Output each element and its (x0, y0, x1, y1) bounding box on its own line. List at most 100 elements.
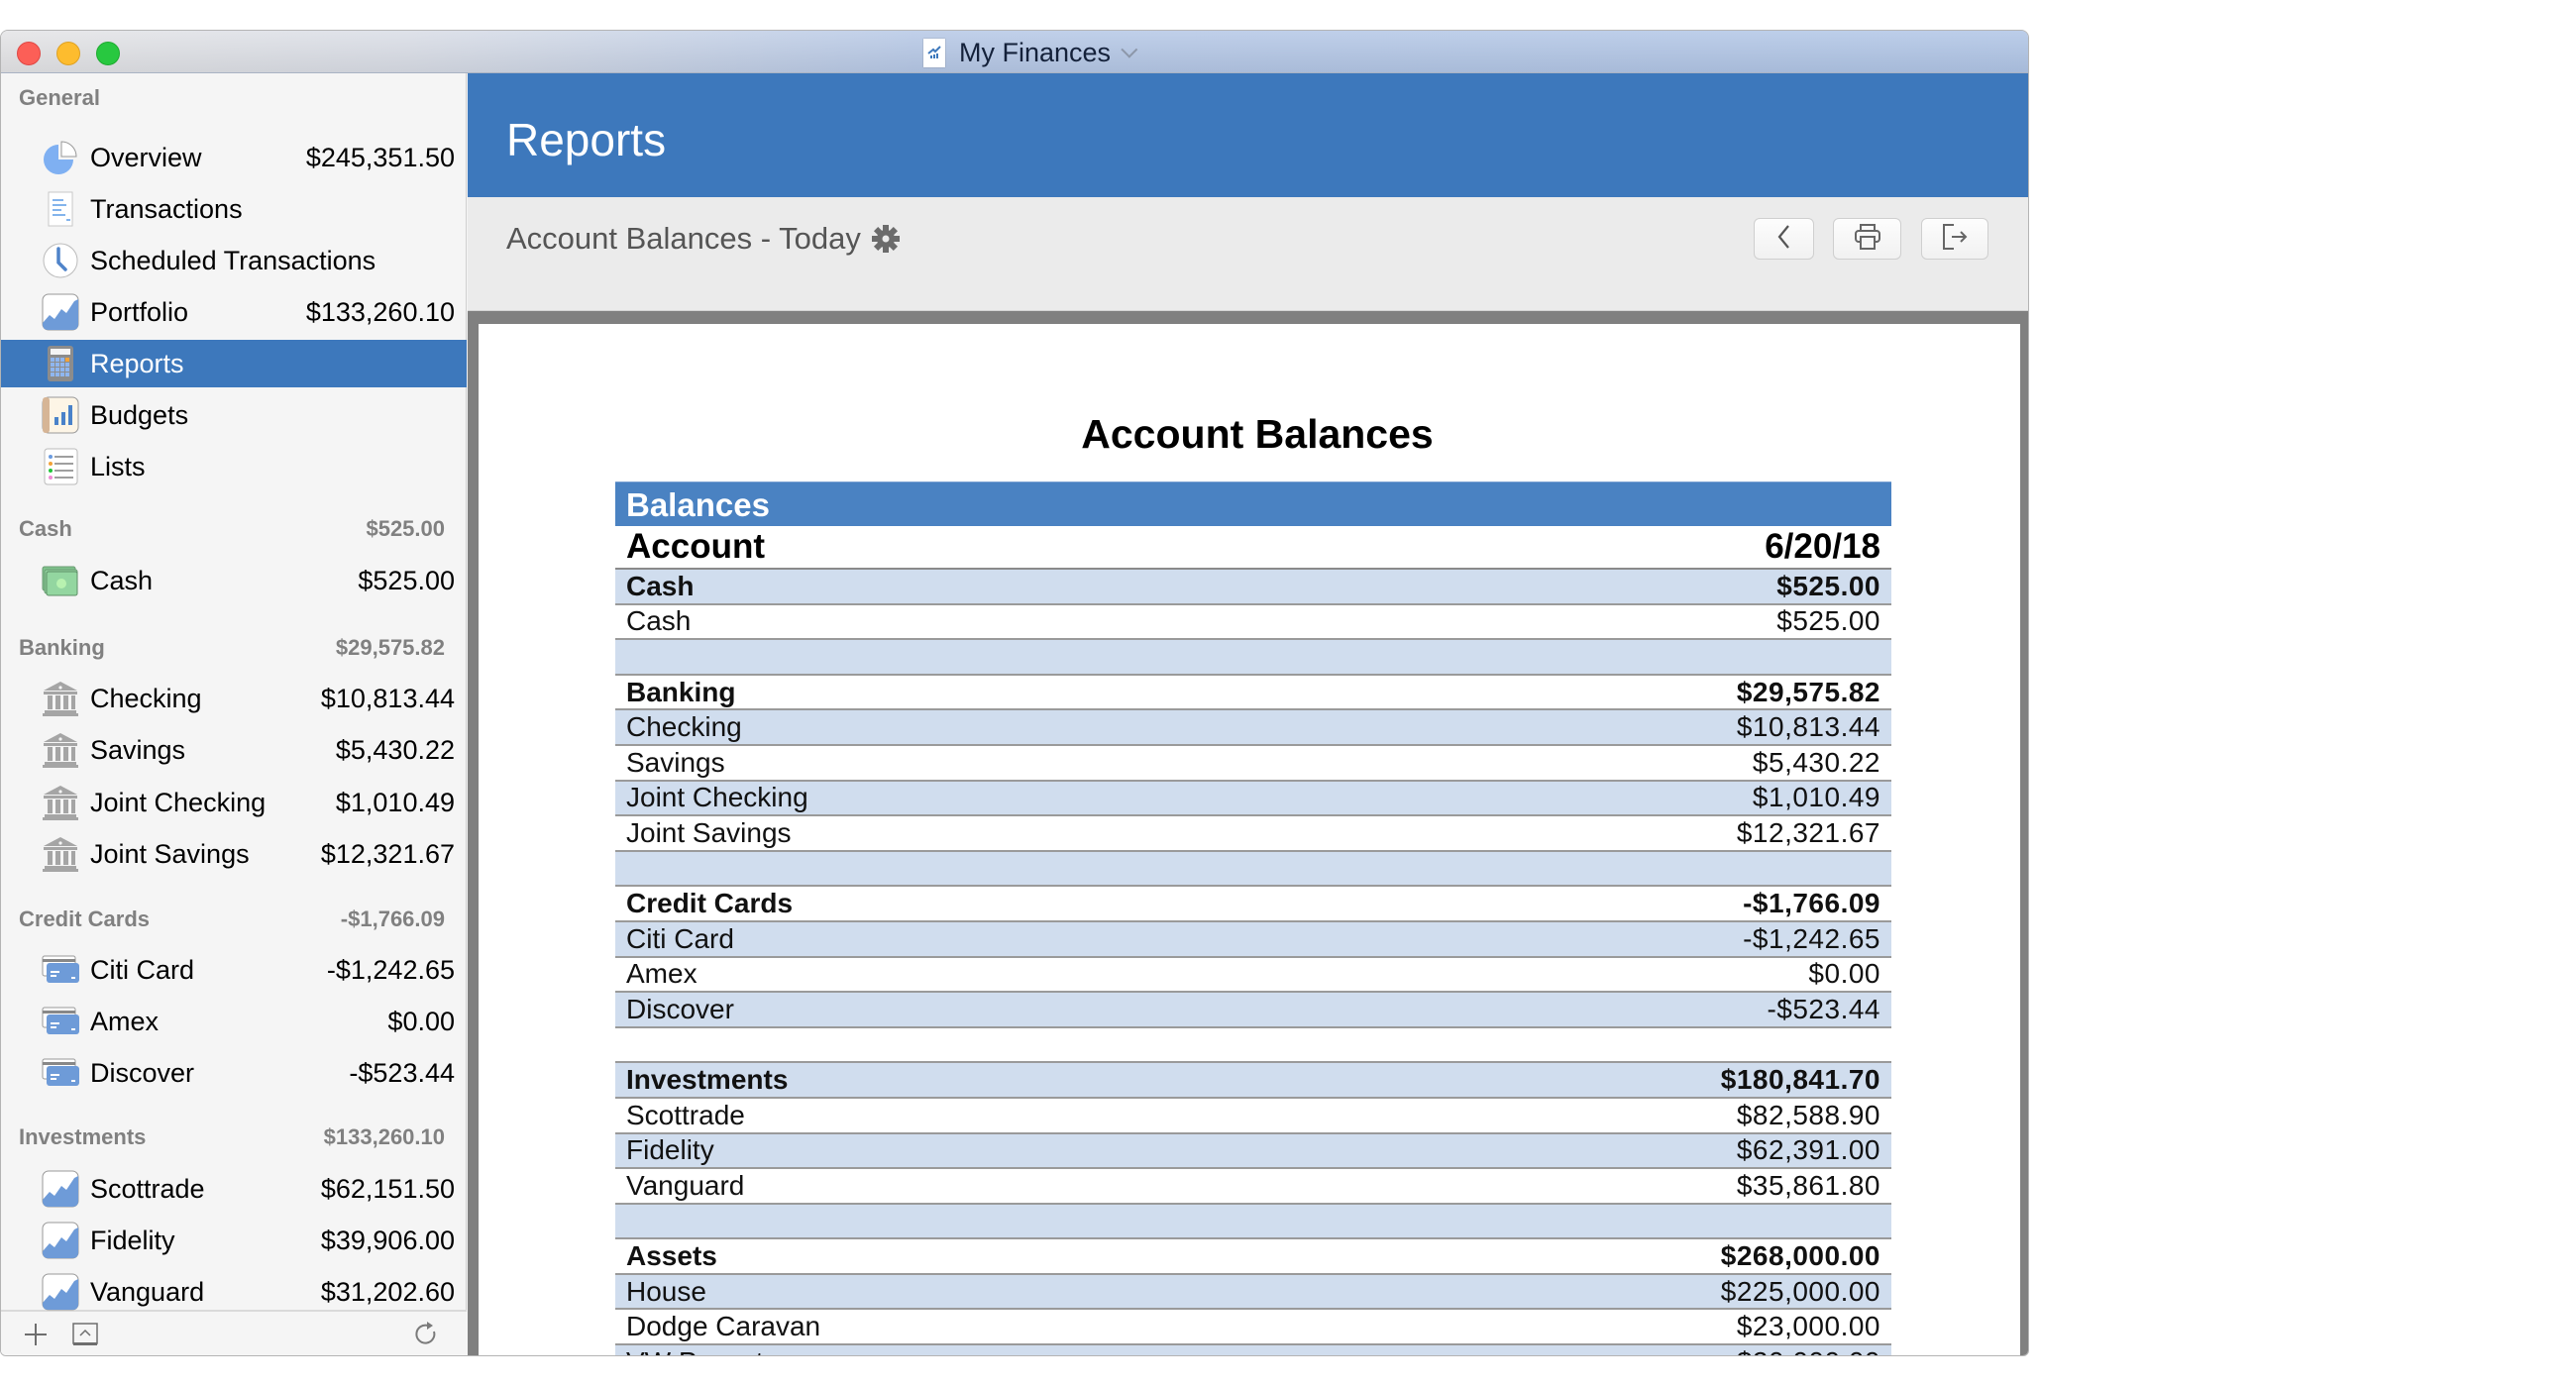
sidebar-section-header[interactable]: Cash $525.00 (19, 514, 445, 544)
section-title: Investments (19, 1124, 147, 1149)
sidebar-item-value: $245,351.50 (305, 142, 455, 172)
account-name: Joint Checking (626, 782, 808, 813)
sidebar-item-checking[interactable]: Checking $10,813.44 (1, 675, 467, 722)
account-name: Assets (626, 1240, 717, 1272)
sidebar-item-transactions[interactable]: Transactions (1, 185, 467, 233)
table-spacer-row (615, 640, 1891, 676)
table-row: Joint Checking $1,010.49 (615, 781, 1891, 817)
chevron-left-icon (1775, 223, 1793, 256)
account-name: Vanguard (626, 1169, 745, 1201)
sidebar-section-header[interactable]: Credit Cards -$1,766.09 (19, 905, 445, 934)
cash-icon (42, 562, 79, 599)
window-title-menu[interactable]: My Finances (923, 37, 1138, 67)
sidebar-item-label: Joint Savings (90, 838, 250, 869)
table-row: Joint Savings $12,321.67 (615, 816, 1891, 852)
sidebar-item-vanguard[interactable]: Vanguard $31,202.60 (1, 1268, 467, 1316)
back-button[interactable] (1754, 218, 1814, 260)
sidebar-item-fidelity[interactable]: Fidelity $39,906.00 (1, 1217, 467, 1264)
window-title: My Finances (959, 37, 1112, 67)
account-balance: $20,000.00 (1737, 1346, 1880, 1355)
zoom-window-button[interactable] (96, 42, 120, 65)
sidebar-item-joint-savings[interactable]: Joint Savings $12,321.67 (1, 830, 467, 878)
account-name: Amex (626, 958, 698, 990)
sidebar-item-discover[interactable]: Discover -$523.44 (1, 1049, 467, 1097)
clock-icon (42, 242, 79, 279)
table-group-row: Investments $180,841.70 (615, 1063, 1891, 1099)
plus-icon[interactable] (21, 1320, 51, 1349)
print-button[interactable] (1833, 218, 1901, 260)
sidebar-item-value: $39,906.00 (320, 1225, 455, 1255)
table-group-row: Cash $525.00 (615, 570, 1891, 605)
account-balance: -$523.44 (1767, 993, 1880, 1024)
account-balance: $12,321.67 (1736, 816, 1880, 848)
sidebar-item-cash[interactable]: Cash $525.00 (1, 557, 467, 604)
sidebar-item-joint-checking[interactable]: Joint Checking $1,010.49 (1, 779, 467, 826)
sidebar-item-value: -$523.44 (349, 1057, 455, 1088)
section-title: Cash (19, 516, 72, 541)
gear-icon[interactable] (871, 224, 901, 254)
sidebar-item-citi-card[interactable]: Citi Card -$1,242.65 (1, 946, 467, 994)
credit-card-icon (42, 1003, 79, 1040)
table-row: House $225,000.00 (615, 1274, 1891, 1311)
report-viewer[interactable]: Account Balances Balances Account 6/20/1… (468, 311, 2028, 1355)
sidebar-item-label: Cash (90, 565, 154, 595)
sidebar-item-scheduled-transactions[interactable]: Scheduled Transactions (1, 237, 467, 284)
account-name: Checking (626, 711, 742, 743)
main-panel: Reports Account Balances - Today Account… (468, 73, 2028, 1355)
sidebar: General Overview $245,351.50 Transactions Sc… (1, 73, 467, 1355)
table-column-header: Account 6/20/18 (615, 526, 1891, 570)
column-date: 6/20/18 (1765, 527, 1880, 566)
account-name: Discover (626, 993, 734, 1024)
export-button[interactable] (1921, 218, 1988, 260)
sidebar-item-label: Scheduled Transactions (90, 245, 376, 275)
bank-icon (42, 835, 79, 873)
section-total: -$1,766.09 (340, 907, 445, 931)
account-balance: $525.00 (1776, 570, 1880, 601)
split-view-divider[interactable] (468, 311, 479, 1355)
sidebar-item-label: Checking (90, 683, 202, 713)
collapse-panel-icon[interactable] (70, 1320, 100, 1349)
sidebar-item-portfolio[interactable]: Portfolio $133,260.10 (1, 288, 467, 336)
sidebar-item-reports[interactable]: Reports (1, 340, 467, 387)
table-row: VW Passat $20,000.00 (615, 1345, 1891, 1355)
credit-card-icon (42, 951, 79, 989)
sidebar-item-lists[interactable]: Lists (1, 443, 467, 490)
account-balance: $1,010.49 (1752, 782, 1880, 813)
sidebar-item-label: Portfolio (90, 296, 189, 327)
sidebar-item-value: -$1,242.65 (326, 954, 455, 985)
sidebar-item-savings[interactable]: Savings $5,430.22 (1, 726, 467, 774)
minimize-window-button[interactable] (56, 42, 80, 65)
close-window-button[interactable] (17, 42, 41, 65)
sidebar-item-scottrade[interactable]: Scottrade $62,151.50 (1, 1165, 467, 1213)
account-balance: $0.00 (1808, 958, 1880, 990)
sidebar-item-value: $525.00 (358, 565, 455, 595)
table-group-row: Credit Cards -$1,766.09 (615, 887, 1891, 922)
calculator-icon (42, 345, 79, 382)
sidebar-item-label: Joint Checking (90, 787, 267, 817)
account-name: Dodge Caravan (626, 1311, 821, 1342)
report-selector[interactable]: Account Balances - Today (506, 221, 901, 257)
sidebar-section-header[interactable]: General (19, 83, 445, 113)
printer-icon (1853, 223, 1882, 256)
account-name: VW Passat (626, 1346, 763, 1355)
sidebar-section-header[interactable]: Investments $133,260.10 (19, 1122, 445, 1152)
table-row: Savings $5,430.22 (615, 746, 1891, 782)
sidebar-item-budgets[interactable]: Budgets (1, 391, 467, 439)
table-row: Citi Card -$1,242.65 (615, 921, 1891, 958)
bank-icon (42, 731, 79, 769)
sidebar-item-overview[interactable]: Overview $245,351.50 (1, 134, 467, 181)
refresh-icon[interactable] (411, 1320, 441, 1349)
sidebar-section-header[interactable]: Banking $29,575.82 (19, 633, 445, 663)
column-account: Account (626, 527, 765, 566)
sidebar-item-label: Transactions (90, 193, 243, 224)
sidebar-item-amex[interactable]: Amex $0.00 (1, 998, 467, 1045)
account-balance: $23,000.00 (1736, 1311, 1880, 1342)
account-balance: $5,430.22 (1752, 746, 1880, 778)
table-band-title: Balances (615, 481, 1891, 526)
account-balance: $180,841.70 (1720, 1064, 1880, 1096)
table-spacer-row (615, 1028, 1891, 1064)
list-icon (42, 448, 79, 485)
report-page: Account Balances Balances Account 6/20/1… (479, 324, 2020, 1355)
portfolio-chart-icon (42, 293, 79, 331)
account-balance: -$1,242.65 (1743, 922, 1880, 954)
